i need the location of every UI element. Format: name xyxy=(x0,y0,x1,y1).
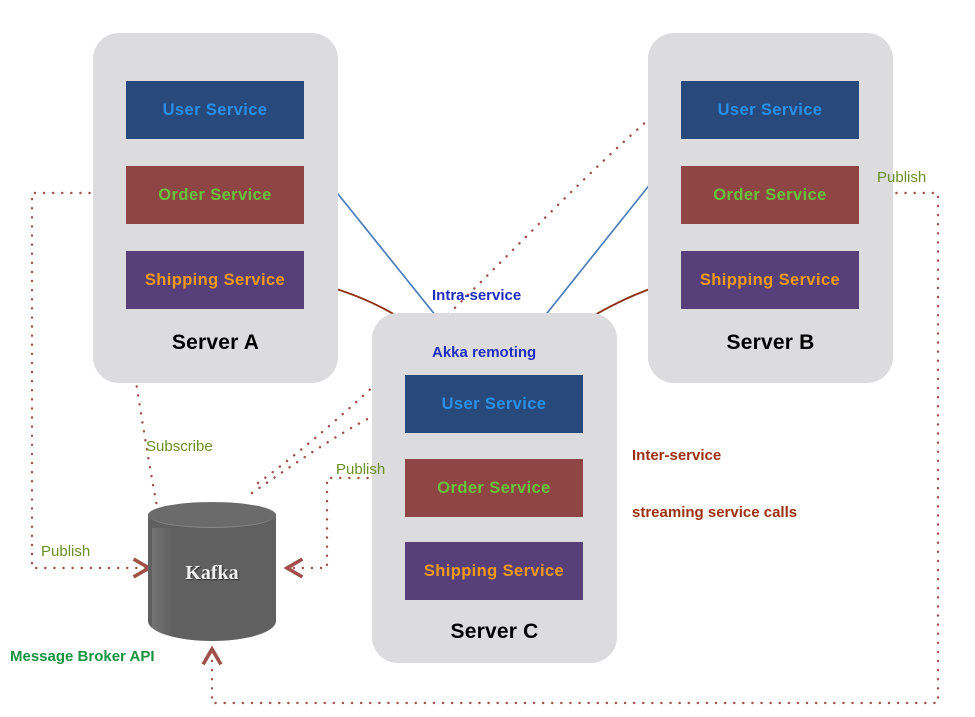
annotation-message-broker-api: Message Broker API xyxy=(10,648,155,665)
service-label: Shipping Service xyxy=(423,561,565,580)
service-label: User Service xyxy=(717,100,823,119)
service-label: Order Service xyxy=(437,478,551,497)
service-label: Shipping Service xyxy=(699,270,841,289)
server-label-b: Server B xyxy=(726,331,815,354)
service-box-user-server-a[interactable]: User Service xyxy=(126,81,304,139)
server-panel-a: User Service Order Service Shipping Serv… xyxy=(93,33,338,383)
annotation-akka-line-1: Intra-service xyxy=(432,287,522,304)
server-panel-b: User Service Order Service Shipping Serv… xyxy=(648,33,893,383)
flow-label-publish-a-order: Publish xyxy=(41,543,91,560)
annotation-inter-line-2: streaming service calls xyxy=(632,504,798,521)
service-box-order-server-b[interactable]: Order Service xyxy=(681,166,859,224)
server-label-a: Server A xyxy=(171,331,260,354)
server-label-c: Server C xyxy=(450,620,539,643)
service-label: User Service xyxy=(162,100,268,119)
flow-label-publish-b-order: Publish xyxy=(877,169,927,186)
architecture-diagram: User Service Order Service Shipping Serv… xyxy=(0,0,975,717)
service-box-order-server-c[interactable]: Order Service xyxy=(405,459,583,517)
annotation-inter-service: Inter-service streaming service calls xyxy=(632,408,797,560)
service-box-shipping-server-a[interactable]: Shipping Service xyxy=(126,251,304,309)
annotation-inter-line-1: Inter-service xyxy=(632,447,722,464)
service-label: Shipping Service xyxy=(144,270,286,289)
service-box-shipping-server-b[interactable]: Shipping Service xyxy=(681,251,859,309)
annotation-akka-remoting: Intra-service Akka remoting xyxy=(432,248,536,400)
service-box-order-server-a[interactable]: Order Service xyxy=(126,166,304,224)
flow-label-subscribe-a-user: Subscribe xyxy=(146,438,213,455)
annotation-akka-line-2: Akka remoting xyxy=(432,344,537,361)
service-box-shipping-server-c[interactable]: Shipping Service xyxy=(405,542,583,600)
service-label: Order Service xyxy=(158,185,272,204)
service-label: Order Service xyxy=(713,185,827,204)
kafka-broker-cylinder[interactable]: Kafka xyxy=(148,502,276,654)
flow-label-publish-c-order: Publish xyxy=(336,461,386,478)
service-box-user-server-b[interactable]: User Service xyxy=(681,81,859,139)
kafka-cylinder-top xyxy=(148,502,276,528)
kafka-label: Kafka xyxy=(185,562,239,584)
